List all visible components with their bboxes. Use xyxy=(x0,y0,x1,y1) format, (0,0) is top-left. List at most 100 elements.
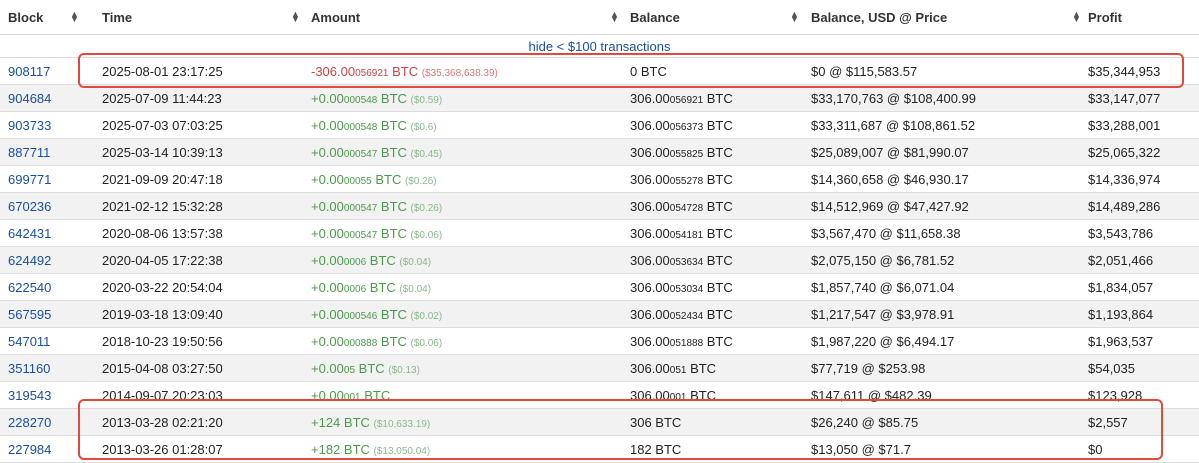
balance-small-digits: 055278 xyxy=(669,175,704,187)
balance-cell: 306.00051888 BTC xyxy=(624,327,805,355)
time-cell: 2018-10-23 19:50:56 xyxy=(80,327,306,355)
amount-main: -306.00 xyxy=(311,63,356,79)
time-cell: 2013-03-26 01:28:07 xyxy=(80,435,306,463)
table-row: 547011 2018-10-23 19:50:56 +0.00000888 BTC… xyxy=(0,327,1199,355)
block-link[interactable]: 699771 xyxy=(8,172,51,187)
amount-usd: ($0.04) xyxy=(399,256,432,268)
block-link[interactable]: 624492 xyxy=(8,253,51,268)
table-row: 887711 2025-03-14 10:39:13 +0.00000547 BTC… xyxy=(0,138,1199,166)
time-cell: 2015-04-08 03:27:50 xyxy=(80,354,306,382)
amount-cell: +0.00001 BTC xyxy=(306,381,624,409)
amount-usd: ($0.02) xyxy=(410,310,443,322)
balance-unit: BTC xyxy=(686,360,717,376)
block-link[interactable]: 547011 xyxy=(8,334,50,349)
block-link[interactable]: 908117 xyxy=(8,64,50,79)
block-link[interactable]: 567595 xyxy=(8,307,51,322)
amount-main: +182 BTC xyxy=(311,441,374,457)
balance-usd-cell: $26,240 @ $85.75 xyxy=(805,408,1088,436)
col-header-balance-usd[interactable]: Balance, USD @ Price ▲ ▼ xyxy=(805,0,1088,35)
amount-small-digits: 000548 xyxy=(343,121,378,133)
balance-small-digits: 055825 xyxy=(669,148,704,160)
balance-usd-cell: $3,567,470 @ $11,658.38 xyxy=(805,219,1088,247)
amount-unit: BTC xyxy=(355,360,389,376)
balance-cell: 306.00051 BTC xyxy=(624,354,805,382)
balance-usd-cell: $33,170,763 @ $108,400.99 xyxy=(805,84,1088,112)
table-row: 908117 2025-08-01 23:17:25 -306.00056921 B… xyxy=(0,57,1199,85)
time-cell: 2021-09-09 20:47:18 xyxy=(80,165,306,193)
table-row: 567595 2019-03-18 13:09:40 +0.00000546 BTC… xyxy=(0,300,1199,328)
amount-small-digits: 001 xyxy=(343,391,361,403)
balance-main: 306.00 xyxy=(630,90,670,106)
col-header-amount[interactable]: Amount ▲ ▼ xyxy=(306,0,624,35)
amount-small-digits: 0006 xyxy=(343,283,367,295)
block-cell: 622540 xyxy=(0,273,80,301)
balance-unit: BTC xyxy=(703,171,733,187)
block-cell: 699771 xyxy=(0,165,80,193)
profit-cell: $123,928 xyxy=(1088,381,1199,409)
block-link[interactable]: 319543 xyxy=(8,388,51,403)
block-link[interactable]: 904684 xyxy=(8,91,51,106)
block-link[interactable]: 887711 xyxy=(8,145,50,160)
balance-small-digits: 051 xyxy=(669,364,687,376)
sort-icon[interactable]: ▲ ▼ xyxy=(1072,10,1082,24)
block-link[interactable]: 351160 xyxy=(8,361,50,376)
amount-cell: +0.00000547 BTC ($0.06) xyxy=(306,219,624,247)
amount-small-digits: 00055 xyxy=(343,175,372,187)
sort-icon[interactable]: ▲ ▼ xyxy=(790,10,800,24)
sort-icon[interactable]: ▲ ▼ xyxy=(70,10,80,24)
profit-cell: $54,035 xyxy=(1088,354,1199,382)
col-header-block[interactable]: Block ▲ ▼ xyxy=(0,0,80,35)
amount-small-digits: 000547 xyxy=(343,148,378,160)
col-header-balance[interactable]: Balance ▲ ▼ xyxy=(624,0,805,35)
amount-cell: +0.000006 BTC ($0.04) xyxy=(306,273,624,301)
amount-unit: BTC xyxy=(377,306,411,322)
block-link[interactable]: 642431 xyxy=(8,226,51,241)
amount-usd: ($0.26) xyxy=(404,175,437,187)
block-cell: 567595 xyxy=(0,300,80,328)
amount-unit: BTC xyxy=(366,252,400,268)
block-link[interactable]: 228270 xyxy=(8,415,51,430)
amount-main: +0.00 xyxy=(311,90,344,106)
hide-small-transactions-link[interactable]: hide < $100 transactions xyxy=(528,39,670,54)
balance-small-digits: 054181 xyxy=(669,229,704,241)
sort-icon[interactable]: ▲ ▼ xyxy=(291,10,301,24)
balance-main: 306.00 xyxy=(630,333,670,349)
time-cell: 2020-04-05 17:22:38 xyxy=(80,246,306,274)
amount-usd: ($10,633.19) xyxy=(373,418,431,430)
profit-cell: $33,147,077 xyxy=(1088,84,1199,112)
amount-cell: -306.00056921 BTC ($35,368,638.39) xyxy=(306,57,624,85)
col-balance-label: Balance xyxy=(630,9,680,25)
block-cell: 908117 xyxy=(0,57,80,85)
balance-small-digits: 001 xyxy=(669,391,687,403)
profit-cell: $14,336,974 xyxy=(1088,165,1199,193)
balance-cell: 306.00052434 BTC xyxy=(624,300,805,328)
sort-icon[interactable]: ▲ ▼ xyxy=(610,10,620,24)
block-link[interactable]: 622540 xyxy=(8,280,51,295)
col-header-time[interactable]: Time ▲ ▼ xyxy=(80,0,306,35)
amount-main: +0.00 xyxy=(311,279,344,295)
time-cell: 2020-03-22 20:54:04 xyxy=(80,273,306,301)
amount-cell: +0.00000547 BTC ($0.26) xyxy=(306,192,624,220)
amount-unit: BTC xyxy=(366,279,400,295)
amount-usd: ($0.06) xyxy=(410,229,443,241)
balance-main: 306.00 xyxy=(630,360,670,376)
amount-main: +0.00 xyxy=(311,252,344,268)
balance-small-digits: 053034 xyxy=(669,283,704,295)
balance-cell: 306.00055278 BTC xyxy=(624,165,805,193)
block-link[interactable]: 670236 xyxy=(8,199,51,214)
balance-main: 0 BTC xyxy=(630,63,667,79)
block-link[interactable]: 903733 xyxy=(8,118,51,133)
amount-unit: BTC xyxy=(377,144,411,160)
amount-usd: ($0.59) xyxy=(410,94,443,106)
amount-small-digits: 000548 xyxy=(343,94,378,106)
amount-small-digits: 0006 xyxy=(343,256,367,268)
balance-main: 306 BTC xyxy=(630,414,682,430)
amount-small-digits: 056921 xyxy=(355,67,389,79)
balance-unit: BTC xyxy=(703,90,733,106)
table-row: 624492 2020-04-05 17:22:38 +0.000006 BTC (… xyxy=(0,246,1199,274)
col-header-profit[interactable]: Profit xyxy=(1088,0,1199,35)
block-link[interactable]: 227984 xyxy=(8,442,51,457)
amount-cell: +0.0000055 BTC ($0.26) xyxy=(306,165,624,193)
balance-unit: BTC xyxy=(703,252,733,268)
block-cell: 319543 xyxy=(0,381,80,409)
